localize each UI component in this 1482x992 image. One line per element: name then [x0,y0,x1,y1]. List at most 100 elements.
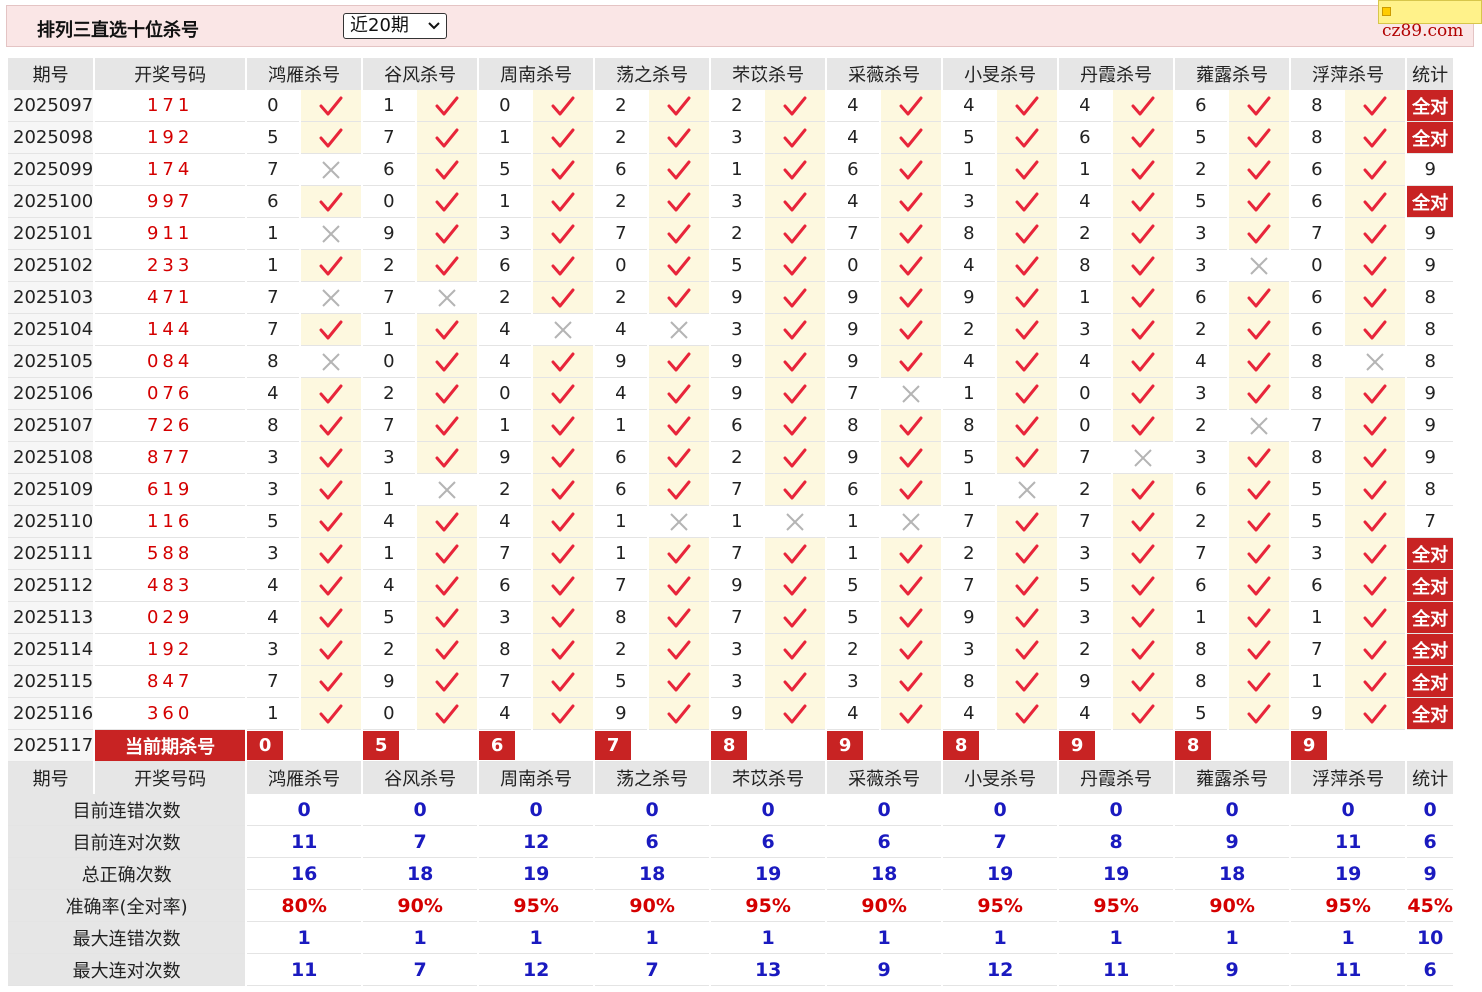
result-mark-cell [997,666,1058,698]
header-expert[interactable]: 芣苡杀号 [711,58,826,90]
summary-value: 90% [1175,890,1290,922]
check-icon [881,285,941,311]
header-expert[interactable]: 荡之杀号 [595,762,710,794]
summary-value: 0 [711,794,826,826]
header-expert[interactable]: 浮萍杀号 [1291,762,1406,794]
kill-number-cell: 7 [247,154,300,186]
kill-number-cell: 6 [479,250,532,282]
kill-number-cell: 5 [827,570,880,602]
result-mark-cell [1113,666,1174,698]
header-expert[interactable]: 芣苡杀号 [711,762,826,794]
header-expert[interactable]: 鸿雁杀号 [247,58,362,90]
check-icon [1345,701,1405,727]
check-icon [301,669,361,695]
header-expert[interactable]: 采薇杀号 [827,58,942,90]
kill-number-cell: 2 [363,378,416,410]
result-mark-cell [881,538,942,570]
result-mark-cell [417,378,478,410]
header-expert[interactable]: 谷风杀号 [363,762,478,794]
header-expert[interactable]: 浮萍杀号 [1291,58,1406,90]
kill-number-cell: 5 [1175,698,1228,730]
summary-value: 16 [247,858,362,890]
period-cell: 2025098 [8,122,94,154]
current-kill-number: 8 [943,731,980,760]
result-mark-cell [765,346,826,378]
result-mark-cell [417,218,478,250]
summary-label: 准确率(全对率) [8,890,246,922]
check-icon [301,189,361,215]
header-expert[interactable]: 小旻杀号 [943,762,1058,794]
period-cell: 2025105 [8,346,94,378]
check-icon [1345,253,1405,279]
check-icon [533,221,593,247]
current-kill-number: 9 [1291,731,1328,760]
kill-number-cell: 9 [943,602,996,634]
summary-value: 19 [1291,858,1406,890]
all-correct-badge: 全对 [1407,698,1454,730]
kill-number-cell: 2 [595,634,648,666]
cross-icon [301,285,361,311]
check-icon [417,317,477,343]
result-mark-cell [1345,186,1406,218]
summary-value: 1 [943,922,1058,954]
result-mark-cell [1113,410,1174,442]
result-mark-cell [1345,538,1406,570]
kill-number-cell: 4 [363,506,416,538]
summary-value: 0 [247,794,362,826]
header-expert[interactable]: 谷风杀号 [363,58,478,90]
result-mark-cell [997,186,1058,218]
site-logo[interactable]: cz89.com [1378,0,1482,41]
result-mark-cell [533,570,594,602]
header-expert[interactable]: 小旻杀号 [943,58,1058,90]
check-icon [997,605,1057,631]
kill-number-cell: 1 [363,538,416,570]
result-mark-cell [533,186,594,218]
kill-number-cell: 4 [1059,698,1112,730]
header-expert[interactable]: 周南杀号 [479,58,594,90]
table-row: 2025111 588 3 1 7 1 7 1 2 3 7 3 全对 [8,538,1454,570]
result-mark-cell [1229,474,1290,506]
result-mark-cell [1229,442,1290,474]
draw-number-cell: 084 [95,346,246,378]
header-expert[interactable]: 荡之杀号 [595,58,710,90]
result-mark-cell [417,666,478,698]
kill-number-cell: 5 [1291,474,1344,506]
result-mark-cell [1113,250,1174,282]
result-mark-cell [1113,186,1174,218]
cross-icon [533,317,593,343]
header-expert[interactable]: 周南杀号 [479,762,594,794]
kill-number-cell: 3 [1175,218,1228,250]
result-mark-cell [417,90,478,122]
kill-number-cell: 2 [711,218,764,250]
result-mark-cell [533,442,594,474]
check-icon [1229,509,1289,535]
result-mark-cell [1345,378,1406,410]
result-mark-cell [1113,154,1174,186]
result-mark-cell [765,154,826,186]
summary-value: 1 [1291,922,1406,954]
stat-cell: 9 [1407,378,1454,410]
check-icon [417,509,477,535]
check-icon [997,701,1057,727]
header-expert[interactable]: 鸿雁杀号 [247,762,362,794]
table-row: 2025113 029 4 5 3 8 7 5 9 3 1 1 全对 [8,602,1454,634]
current-kill-cell: 6 [479,730,594,762]
result-mark-cell [997,538,1058,570]
kill-number-cell: 0 [479,90,532,122]
current-kill-number: 5 [363,731,400,760]
result-mark-cell [533,122,594,154]
result-mark-cell [1113,602,1174,634]
header-expert[interactable]: 蕹露杀号 [1175,762,1290,794]
kill-number-cell: 1 [247,250,300,282]
check-icon [301,477,361,503]
header-expert[interactable]: 丹霞杀号 [1059,58,1174,90]
result-mark-cell [301,602,362,634]
period-select[interactable]: 近20期 [343,13,447,39]
kill-number-cell: 4 [247,378,300,410]
header-expert[interactable]: 蕹露杀号 [1175,58,1290,90]
kill-number-cell: 7 [1059,442,1112,474]
header-expert[interactable]: 丹霞杀号 [1059,762,1174,794]
kill-number-cell: 4 [943,346,996,378]
header-expert[interactable]: 采薇杀号 [827,762,942,794]
kill-number-cell: 0 [595,250,648,282]
